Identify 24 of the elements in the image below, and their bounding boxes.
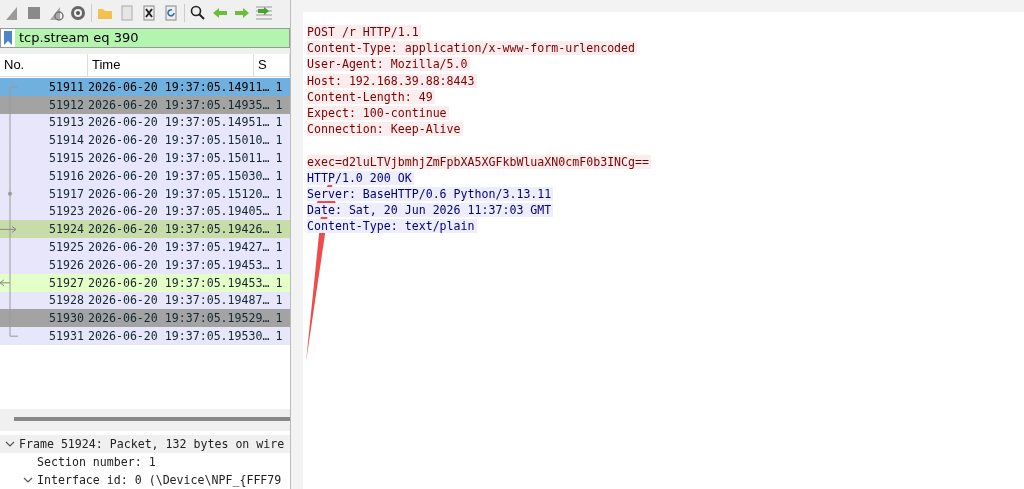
column-header[interactable]: Time (88, 54, 254, 76)
stream-text: Date: Sat, 20 Jun 2026 11:37:03 GMT (307, 203, 554, 218)
stream-text: POST /r HTTP/1.1 (307, 25, 421, 39)
stream-text: User-Agent: Mozilla/5.0 (307, 57, 470, 72)
stream-text: Content-Length: 49 (307, 89, 435, 104)
stream-text: Content-Type: application/x-www-form-urlencoded (307, 41, 638, 56)
stream-text: HTTP/1.0 200 OK (307, 170, 414, 185)
packet-row[interactable]: 51924 2026-06-20 19:37:05.19426… 1 (0, 220, 290, 239)
detail-item[interactable]: Section number: 1 (37, 455, 156, 469)
stream-text: Content-Type: text/plain (307, 219, 477, 234)
stream-text: Connection: Keep-Alive (307, 122, 463, 137)
packet-row[interactable]: 51930 2026-06-20 19:37:05.19529… 1 (0, 309, 290, 328)
packet-row[interactable]: 51931 2026-06-20 19:37:05.19530… 1 (0, 327, 290, 345)
display-filter-field[interactable]: tcp.stream eq 390 (0, 28, 290, 48)
detail-item[interactable]: Interface id: 0 (\Device\NPF_{FFF79 (37, 473, 282, 487)
stream-text: Server: BaseHTTP/0.6 Python/3.13.11 (307, 186, 554, 201)
packet-row[interactable]: 51915 2026-06-20 19:37:05.15011… 1 (0, 149, 290, 167)
stream-text: exec=d2luLTVjbmhjZmFpbXA5XGFkbWluaXN0cmF0b3INCg== (307, 154, 652, 169)
stream-text: Host: 192.168.39.88:8443 (307, 73, 477, 88)
packet-row[interactable]: 51925 2026-06-20 19:37:05.19427… 1 (0, 238, 290, 256)
packet-row[interactable]: 51911 2026-06-20 19:37:05.14911… 1 (0, 78, 290, 96)
column-header[interactable]: No. (0, 54, 88, 76)
packet-row[interactable]: 51914 2026-06-20 19:37:05.15010… 1 (0, 131, 290, 150)
stream-text: Expect: 100-continue (307, 105, 449, 120)
